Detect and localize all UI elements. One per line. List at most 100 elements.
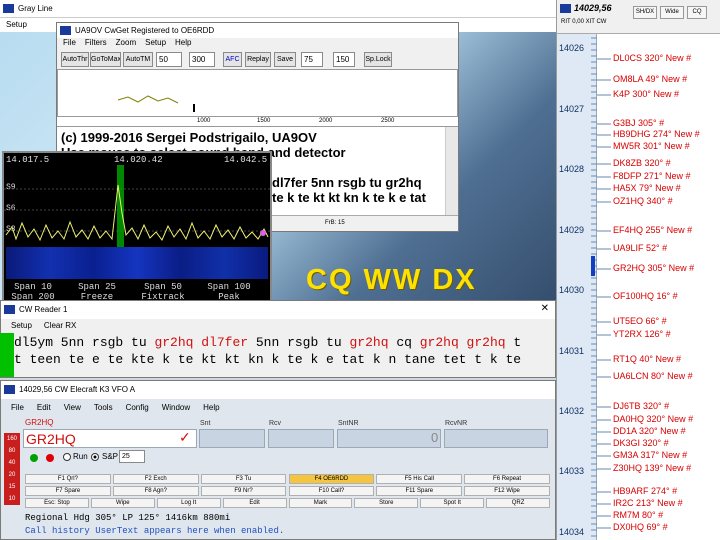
rcv-field[interactable] (268, 429, 334, 448)
afc-button[interactable]: AFC (223, 52, 242, 67)
span10-button[interactable]: Span 10 (8, 282, 58, 292)
cwget-spectrum[interactable] (57, 69, 458, 117)
spot-item[interactable]: DK3GI 320° # (613, 438, 669, 448)
menu-zoom[interactable]: Zoom (116, 38, 136, 47)
sntnr-field[interactable] (337, 429, 441, 448)
low-freq-field[interactable]: 50 (156, 52, 182, 67)
fkey-esc-stop[interactable]: Esc: Stop (25, 498, 89, 508)
autothr-button[interactable]: AutoThr (61, 52, 89, 67)
spot-item[interactable]: K4P 300° New # (613, 89, 679, 99)
fkey-f3-tu[interactable]: F3 Tu (200, 474, 287, 484)
menu-config[interactable]: Config (126, 403, 149, 412)
spot-item[interactable]: UA9LIF 52° # (613, 243, 667, 253)
spot-item[interactable]: MW5R 301° New # (613, 141, 690, 151)
menu-help[interactable]: Help (203, 403, 219, 412)
spot-item[interactable]: F8DFP 271° New # (613, 171, 690, 181)
fkey-f12-wipe[interactable]: F12 Wipe (464, 486, 550, 496)
fkey-spot-it[interactable]: Spot It (420, 498, 485, 508)
band-label[interactable]: 160 (4, 433, 20, 445)
snt-field[interactable] (199, 429, 265, 448)
menu-edit[interactable]: Edit (37, 403, 51, 412)
spot-item[interactable]: DX0HQ 69° # (613, 522, 668, 532)
speed-field[interactable]: 75 (301, 52, 323, 67)
fkey-f11-spare[interactable]: F11 Spare (376, 486, 463, 496)
width-field[interactable]: 150 (333, 52, 355, 67)
run-radio[interactable] (63, 453, 71, 461)
spot-item[interactable]: DJ6TB 320° # (613, 401, 669, 411)
fkey-mark[interactable]: Mark (288, 498, 353, 508)
cwget-scrollbar[interactable] (445, 127, 458, 215)
band-label[interactable]: 10 (4, 493, 20, 505)
sp-radio[interactable] (91, 453, 99, 461)
fkey-f10-call-[interactable]: F10 Call? (288, 486, 375, 496)
replay-button[interactable]: Replay (245, 52, 271, 67)
menu-setup[interactable]: Setup (6, 20, 27, 29)
fkey-f2-exch[interactable]: F2 Exch (112, 474, 199, 484)
spot-item[interactable]: RM7M 80° # (613, 510, 663, 520)
panadapter[interactable]: 14.017.5 14.020.42 14.042.5 S9 S6 S3 Spa… (2, 151, 272, 304)
fkey-f7-spare[interactable]: F7 Spare (25, 486, 111, 496)
fkey-f5-his-call[interactable]: F5 His Call (376, 474, 463, 484)
spot-item[interactable]: HB9ARF 274° # (613, 486, 677, 496)
cq-button[interactable]: CQ (687, 6, 707, 19)
spot-item[interactable]: YT2RX 126° # (613, 329, 671, 339)
span50-button[interactable]: Span 50 (138, 282, 188, 292)
spot-item[interactable]: IR2C 213° New # (613, 498, 683, 508)
fkey-edit[interactable]: Edit (222, 498, 287, 508)
fkey-store[interactable]: Store (354, 498, 419, 508)
spot-item[interactable]: UA6LCN 80° New # (613, 371, 693, 381)
wide-button[interactable]: Wide (660, 6, 684, 19)
spot-item[interactable]: GM3A 317° New # (613, 450, 687, 460)
sp-spinner[interactable]: 25 (119, 450, 145, 463)
spot-item[interactable]: OZ1HQ 340° # (613, 196, 673, 206)
menu-help[interactable]: Help (175, 38, 191, 47)
gotomax-button[interactable]: GoToMax (90, 52, 121, 67)
menu-window[interactable]: Window (162, 403, 190, 412)
fkey-f4-oe6rdd[interactable]: F4 OE6RDD (288, 474, 375, 484)
spot-item[interactable]: DL0CS 320° New # (613, 53, 691, 63)
callsign-input[interactable]: GR2HQ (23, 429, 197, 448)
menu-tools[interactable]: Tools (94, 403, 113, 412)
khz-label: 14029 (559, 225, 585, 235)
reader-menu-clear[interactable]: Clear RX (44, 321, 76, 330)
band-label[interactable]: 40 (4, 457, 20, 469)
sh-dx-button[interactable]: SH/DX (633, 6, 657, 19)
autotm-button[interactable]: AutoTM (123, 52, 153, 67)
fkey-wipe[interactable]: Wipe (90, 498, 155, 508)
band-label[interactable]: 80 (4, 445, 20, 457)
band-label[interactable]: 20 (4, 469, 20, 481)
menu-filters[interactable]: Filters (85, 38, 107, 47)
menu-setup[interactable]: Setup (145, 38, 166, 47)
reader-menu-setup[interactable]: Setup (11, 321, 32, 330)
fkey-f6-repeat[interactable]: F6 Repeat (464, 474, 550, 484)
spot-item[interactable]: EF4HQ 255° New # (613, 225, 692, 235)
fkey-qrz[interactable]: QRZ (486, 498, 550, 508)
fkey-log-it[interactable]: Log It (156, 498, 221, 508)
fkey-f9-nr-[interactable]: F9 Nr? (200, 486, 287, 496)
spot-item[interactable]: OF100HQ 16° # (613, 291, 678, 301)
span25-button[interactable]: Span 25 (72, 282, 122, 292)
rcvnr-field[interactable] (444, 429, 548, 448)
fkey-f1-qrl-[interactable]: F1 Qrl? (25, 474, 111, 484)
close-icon[interactable]: ✕ (541, 303, 549, 314)
high-freq-field[interactable]: 300 (189, 52, 215, 67)
spot-item[interactable]: HB9DHG 274° New # (613, 129, 700, 139)
spot-item[interactable]: UT5EO 66° # (613, 316, 667, 326)
spot-item[interactable]: DK8ZB 320° # (613, 158, 671, 168)
span100-button[interactable]: Span 100 (204, 282, 254, 292)
menu-file[interactable]: File (11, 403, 24, 412)
spot-item[interactable]: HA5X 79° New # (613, 183, 681, 193)
spot-item[interactable]: G3BJ 305° # (613, 118, 664, 128)
spot-item[interactable]: OM8LA 49° New # (613, 74, 687, 84)
spot-item[interactable]: GR2HQ 305° New # (613, 263, 694, 273)
spot-item[interactable]: RT1Q 40° New # (613, 354, 681, 364)
menu-file[interactable]: File (63, 38, 76, 47)
spot-item[interactable]: DA0HQ 320° New # (613, 414, 693, 424)
band-label[interactable]: 15 (4, 481, 20, 493)
sp-lock-button[interactable]: Sp.Lock (364, 52, 392, 67)
spot-item[interactable]: Z30HQ 139° New # (613, 463, 691, 473)
menu-view[interactable]: View (64, 403, 81, 412)
fkey-f8-agn-[interactable]: F8 Agn? (112, 486, 199, 496)
save-button[interactable]: Save (274, 52, 296, 67)
spot-item[interactable]: DD1A 320° New # (613, 426, 686, 436)
